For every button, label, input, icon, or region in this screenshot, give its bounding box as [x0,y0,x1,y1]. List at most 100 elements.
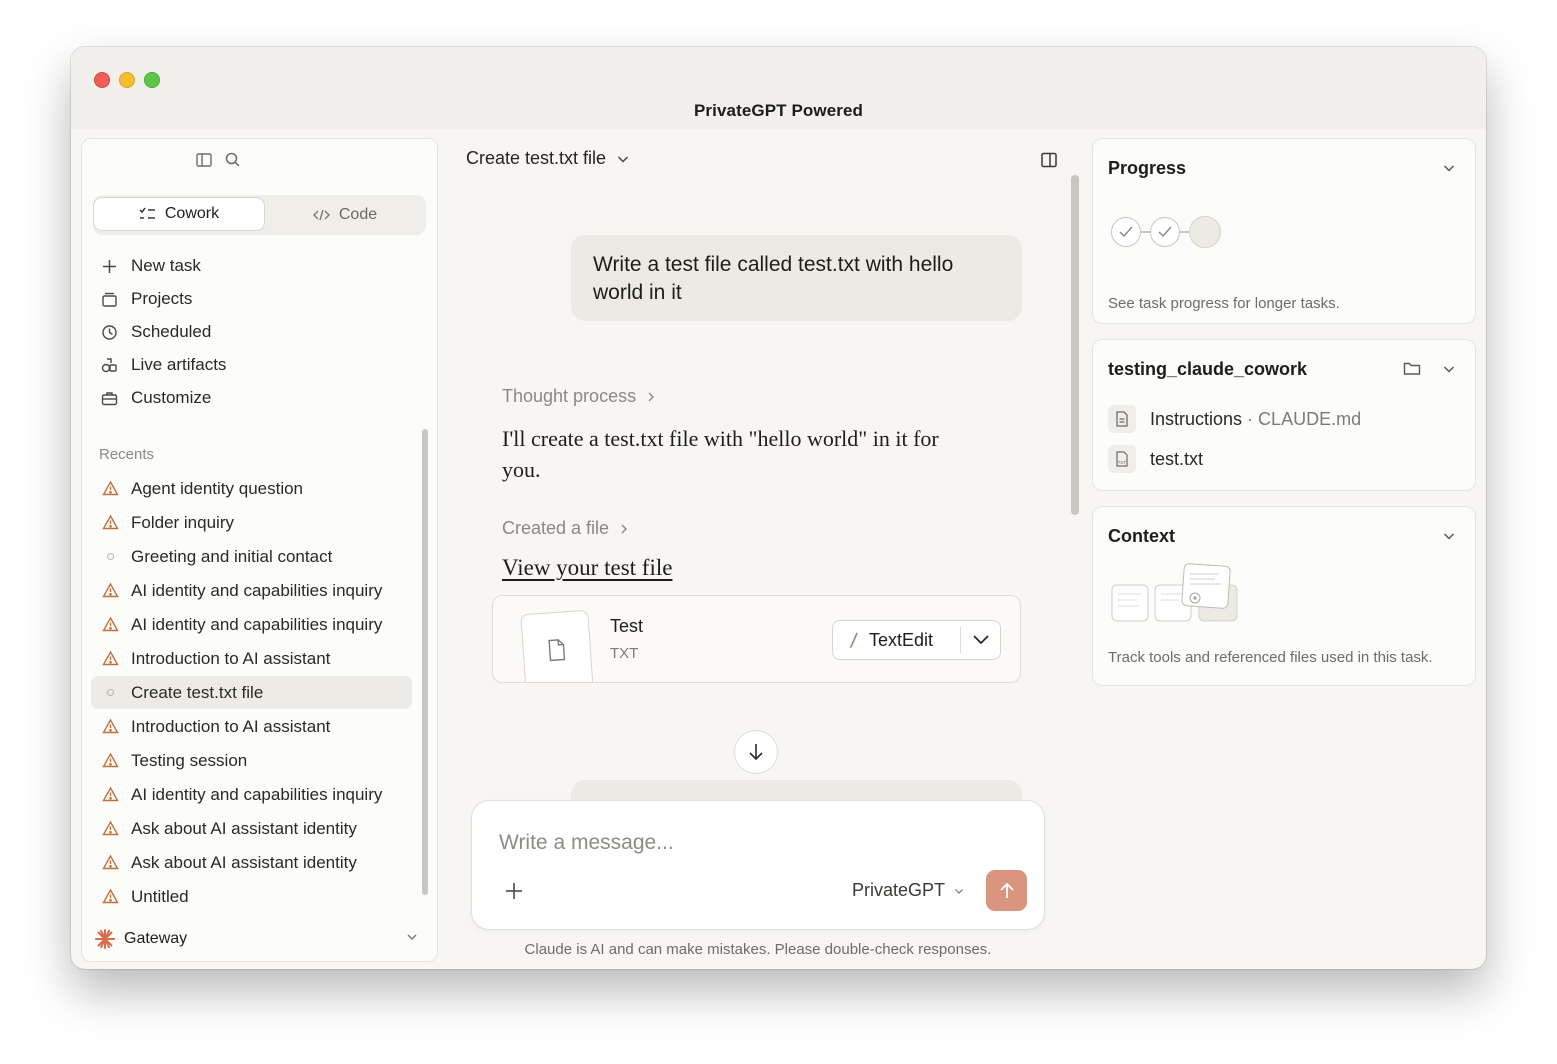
file-type: TXT [610,645,639,662]
recent-item[interactable]: AI identity and capabilities inquiry [91,574,412,607]
nav-scheduled-label: Scheduled [131,322,212,341]
recent-item-label: Create test.txt file [131,682,264,702]
step-complete [1150,217,1180,247]
chevron-down-icon[interactable] [1442,362,1456,376]
recent-item-label: Introduction to AI assistant [131,716,331,736]
zoom-window-button[interactable] [144,72,160,88]
sidebar: Cowork Code New task Projects Scheduled … [81,138,438,962]
status-dot-icon [102,548,119,565]
warning-icon [102,752,119,769]
recent-item-label: Agent identity question [131,478,304,498]
view-file-link[interactable]: View your test file [502,555,672,581]
title-bar: PrivateGPT Powered [71,47,1486,129]
thought-process-toggle[interactable]: Thought process [502,386,656,407]
mode-toggle: Cowork Code [93,195,426,235]
folder-file-row[interactable]: Instructions · CLAUDE.md [1108,404,1361,434]
recent-item[interactable]: Agent identity question [91,472,412,505]
chevron-right-icon [648,392,655,401]
txt-file-icon: TXT [1108,445,1136,473]
recent-item-label: AI identity and capabilities inquiry [131,784,383,804]
file-card[interactable]: Test TXT TextEdit [492,595,1021,683]
warning-icon [102,582,119,599]
file-thumbnail [520,609,594,682]
scroll-to-bottom-button[interactable] [734,730,778,774]
nav-projects[interactable]: Projects [101,286,192,312]
code-mode-button[interactable]: Code [259,197,431,233]
gateway-label: Gateway [124,930,188,947]
recent-item[interactable]: Create test.txt file [91,676,412,709]
created-file-label: Created a file [502,518,610,538]
right-panel-toggle[interactable] [1039,150,1059,175]
minimize-window-button[interactable] [119,72,135,88]
recent-item[interactable]: Introduction to AI assistant [91,642,412,675]
recent-item[interactable]: Ask about AI assistant identity [91,812,412,845]
folder-file-name: Instructions [1150,408,1243,429]
chevron-down-icon [407,934,417,940]
nav-customize[interactable]: Customize [101,385,211,411]
recent-item[interactable]: AI identity and capabilities inquiry [91,778,412,811]
nav-new-task[interactable]: New task [101,253,201,279]
step-connector [1141,231,1150,233]
folder-panel: testing_claude_cowork Instructions · CLA… [1092,339,1476,491]
open-with-button[interactable]: TextEdit [832,620,1001,660]
recent-item-label: Folder inquiry [131,512,234,532]
progress-panel: Progress See task progress for longer ta… [1092,138,1476,324]
app-window: PrivateGPT Powered Cowork Code New task … [71,47,1486,969]
nav-new-task-label: New task [131,256,201,275]
chevron-down-icon[interactable] [1442,529,1456,543]
gateway-menu[interactable]: Gateway [94,926,419,952]
sidebar-scrollbar[interactable] [422,429,428,895]
sparkle-logo-icon [95,929,115,949]
context-title: Context [1108,526,1175,546]
folder-icon[interactable] [1403,360,1421,376]
step-complete [1111,217,1141,247]
nav-scheduled[interactable]: Scheduled [101,319,211,345]
warning-icon [102,786,119,803]
code-icon [312,209,330,221]
model-label: PrivateGPT [852,880,946,900]
message-input[interactable]: Write a message... [499,831,674,855]
recent-item[interactable]: Testing session [91,744,412,777]
context-illustration [1111,563,1238,622]
clock-icon [102,324,117,340]
sidebar-toggle-icon[interactable] [194,150,214,170]
briefcase-icon [101,391,118,405]
recent-item[interactable]: Introduction to AI assistant [91,710,412,743]
close-window-button[interactable] [94,72,110,88]
recent-item[interactable]: Greeting and initial contact [91,540,412,573]
folder-file-row[interactable]: TXT test.txt [1108,444,1203,474]
cowork-mode-button[interactable]: Cowork [93,197,265,231]
recent-item[interactable]: Folder inquiry [91,506,412,539]
textedit-app-icon [849,632,858,649]
chat-title-menu[interactable]: Create test.txt file [466,148,630,169]
nav-live-artifacts[interactable]: Live artifacts [101,352,226,378]
chevron-down-icon[interactable] [971,631,991,649]
recent-item-label: Ask about AI assistant identity [131,852,357,872]
chevron-down-icon[interactable] [1442,161,1456,175]
search-icon[interactable] [223,150,243,170]
add-attachment-button[interactable] [504,881,524,906]
warning-icon [102,718,119,735]
document-icon [1108,405,1136,433]
svg-text:TXT: TXT [1118,460,1127,465]
context-panel: Context Track tools and referenced files… [1092,506,1476,686]
chat-scrollbar[interactable] [1071,175,1079,515]
model-selector[interactable]: PrivateGPT [852,880,965,901]
progress-note: See task progress for longer tasks. [1108,295,1340,312]
artifacts-icon [101,357,117,372]
recent-item[interactable]: AI identity and capabilities inquiry [91,608,412,641]
send-button[interactable] [986,870,1027,911]
check-icon [1158,226,1172,238]
arrow-up-icon [999,882,1014,898]
progress-title: Progress [1108,158,1187,178]
recent-item[interactable]: Untitled [91,880,412,913]
recent-item-label: Greeting and initial contact [131,546,333,566]
checklist-icon [139,207,155,219]
nav-customize-label: Customize [131,388,212,407]
recent-item[interactable]: Ask about AI assistant identity [91,846,412,879]
code-label: Code [338,206,378,223]
plus-icon [103,259,116,273]
recent-item-label: AI identity and capabilities inquiry [131,580,383,600]
created-file-toggle[interactable]: Created a file [502,518,629,539]
chevron-right-icon [621,524,628,533]
